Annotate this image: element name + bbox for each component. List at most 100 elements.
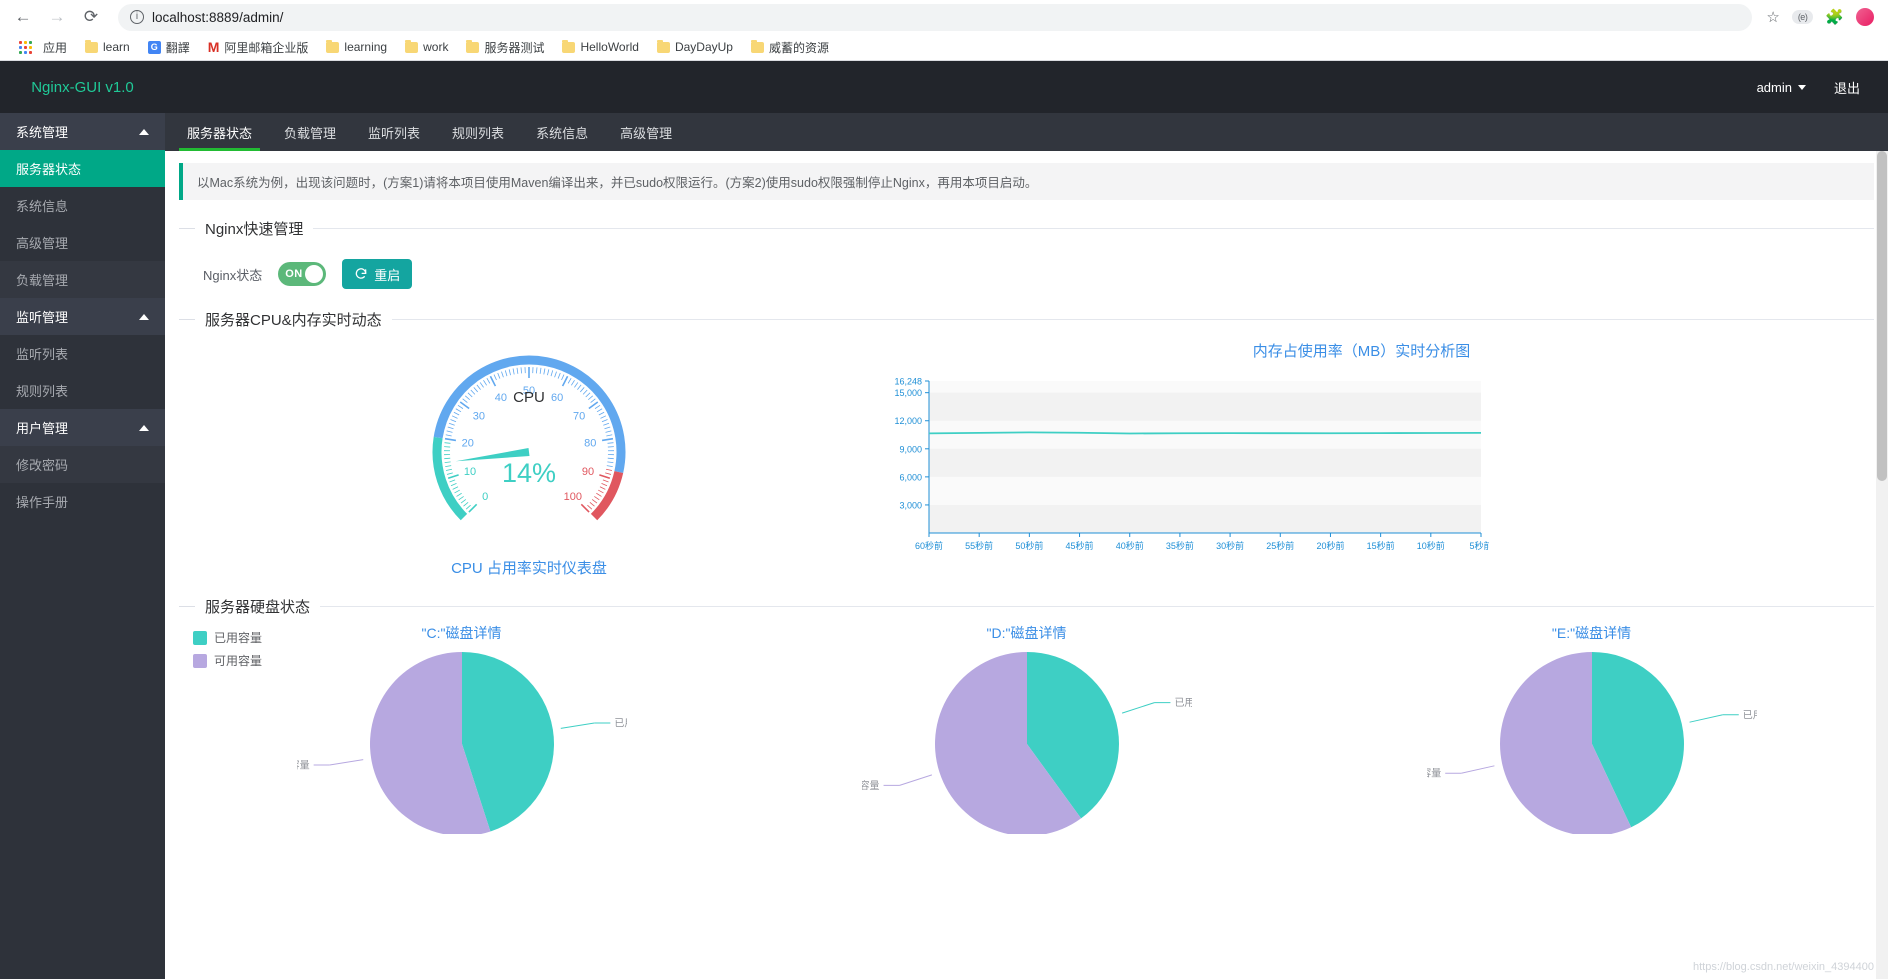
- disk-panel: 服务器硬盘状态 已用容量 可用容量 "C:"磁盘详情 已 量 "D:"磁盘详情 …: [179, 596, 1874, 834]
- nginx-status-toggle[interactable]: ON: [278, 262, 327, 286]
- svg-text:可用容量: 可用容量: [1427, 767, 1441, 780]
- folder-icon: [750, 39, 764, 53]
- bookmark-label: 服务器测试: [484, 40, 545, 55]
- tab-system-info[interactable]: 系统信息: [520, 113, 604, 151]
- watermark-text: https://blog.csdn.net/weixin_4394400: [1692, 961, 1874, 973]
- svg-text:已用容量: 已用容量: [1174, 696, 1192, 709]
- bookmark-label: work: [423, 40, 449, 54]
- disk-chart-e: "E:"磁盘详情 已用容量可用容量: [1309, 623, 1874, 834]
- sidebar-item-label: 高级管理: [16, 236, 69, 251]
- bookmark-item[interactable]: 服务器测试: [459, 37, 551, 58]
- mail-icon: M: [207, 39, 220, 55]
- bookmark-item[interactable]: HelloWorld: [555, 38, 645, 56]
- bookmark-item[interactable]: 威蓄的资源: [744, 37, 836, 58]
- puzzle-icon[interactable]: 🧩: [1825, 8, 1844, 26]
- svg-text:已用容量: 已用容量: [614, 717, 627, 730]
- refresh-icon: [356, 268, 367, 279]
- logout-button[interactable]: 退出: [1834, 78, 1860, 97]
- disk-panel-title: 服务器硬盘状态: [205, 599, 311, 616]
- tab-label: 服务器状态: [187, 125, 253, 141]
- user-menu[interactable]: admin: [1757, 80, 1806, 95]
- address-bar[interactable]: i localhost:8889/admin/: [118, 3, 1753, 31]
- bookmark-item[interactable]: DayDayUp: [650, 38, 740, 56]
- disk-pie-svg: 已用容量可用容量: [1427, 652, 1757, 834]
- main-area: admin 退出 服务器状态 负载管理 监听列表 规则列表 系统信息 高级管理: [165, 61, 1888, 979]
- svg-text:9,000: 9,000: [899, 444, 922, 454]
- bookmark-item[interactable]: work: [398, 38, 455, 56]
- sidebar-item-label: 负载管理: [16, 273, 69, 288]
- nginx-controls: Nginx状态 ON 重启: [179, 239, 1874, 295]
- sidebar-group-label: 系统管理: [16, 125, 69, 140]
- svg-text:可用容量: 可用容量: [862, 779, 880, 792]
- bookmarks-bar: 应用 learn G 翻譯 M 阿里邮箱企业版 learning work 服务…: [0, 34, 1888, 61]
- memory-chart-svg: 3,000 6,000 9,000 12,000 15,00016,248 60秒前 55秒…: [894, 377, 1492, 552]
- toggle-state-label: ON: [285, 268, 303, 280]
- svg-text:20秒前: 20秒前: [1316, 540, 1344, 551]
- disk-chart-title: "D:"磁盘详情: [986, 625, 1067, 641]
- apps-grid-icon: [19, 40, 32, 54]
- bookmark-item[interactable]: M 阿里邮箱企业版: [201, 37, 316, 58]
- chevron-up-icon: [139, 128, 149, 135]
- sidebar-group-system[interactable]: 系统管理: [0, 113, 165, 150]
- svg-text:20: 20: [462, 437, 474, 449]
- chevron-up-icon: [139, 313, 149, 320]
- tab-load-management[interactable]: 负载管理: [268, 113, 352, 151]
- avatar[interactable]: [1856, 8, 1874, 26]
- realtime-panel: 服务器CPU&内存实时动态 0 10 20 30 40 50 60 70 80 90 100 CPU: [179, 309, 1874, 578]
- restart-button[interactable]: 重启: [342, 259, 413, 289]
- toggle-knob: [305, 265, 324, 283]
- sidebar-item-system-info[interactable]: 系统信息: [0, 187, 165, 224]
- memory-chart-title: 内存占使用率（MB）实时分析图: [1252, 343, 1471, 360]
- divider: [179, 228, 195, 229]
- nginx-status-label: Nginx状态: [203, 267, 263, 283]
- forward-arrow-icon[interactable]: →: [44, 4, 70, 30]
- disk-pie-svg: 已用容量可用容量: [297, 652, 627, 834]
- gauge-value-label: 14%: [502, 458, 556, 488]
- star-icon[interactable]: ☆: [1766, 8, 1779, 26]
- tab-advanced[interactable]: 高级管理: [604, 113, 688, 151]
- sidebar-item-server-status[interactable]: 服务器状态: [0, 150, 165, 187]
- sidebar-item-change-password[interactable]: 修改密码: [0, 446, 165, 483]
- sidebar-group-user[interactable]: 用户管理: [0, 409, 165, 446]
- alert-text: 以Mac系统为例，出现该问题时，(方案1)请将本项目使用Maven编译出来，并已…: [197, 176, 1038, 190]
- tab-server-status[interactable]: 服务器状态: [171, 113, 268, 151]
- svg-text:45秒前: 45秒前: [1066, 540, 1094, 551]
- bookmark-label: learning: [344, 40, 388, 54]
- google-translate-icon: G: [147, 40, 161, 54]
- svg-text:0: 0: [482, 491, 488, 503]
- sidebar-item-rule-list[interactable]: 规则列表: [0, 372, 165, 409]
- folder-icon: [562, 39, 576, 53]
- scrollbar-track[interactable]: [1876, 151, 1888, 979]
- gauge-title: CPU: [513, 389, 545, 406]
- apps-shortcut[interactable]: 应用: [10, 37, 74, 58]
- bookmark-item[interactable]: G 翻譯: [141, 37, 197, 58]
- bookmark-item[interactable]: learn: [78, 38, 137, 56]
- svg-text:50秒前: 50秒前: [1015, 540, 1043, 551]
- bookmark-item[interactable]: learning: [319, 38, 394, 56]
- site-info-icon[interactable]: i: [130, 10, 144, 24]
- sidebar-item-manual[interactable]: 操作手册: [0, 483, 165, 520]
- tab-rule-list[interactable]: 规则列表: [436, 113, 520, 151]
- restart-label: 重启: [374, 267, 401, 283]
- reload-icon[interactable]: ⟳: [78, 4, 104, 30]
- scrollbar-thumb[interactable]: [1877, 151, 1887, 481]
- nginx-panel-header: Nginx快速管理: [179, 218, 1874, 239]
- sidebar-item-load[interactable]: 负载管理: [0, 261, 165, 298]
- extension-badge[interactable]: (e): [1791, 10, 1814, 24]
- disk-chart-title: "C:"磁盘详情: [421, 625, 502, 641]
- sidebar-group-listen[interactable]: 监听管理: [0, 298, 165, 335]
- browser-toolbar: ← → ⟳ i localhost:8889/admin/ ☆ (e) 🧩: [0, 0, 1888, 34]
- disk-panel-header: 服务器硬盘状态: [179, 596, 1874, 617]
- tab-listen-list[interactable]: 监听列表: [352, 113, 436, 151]
- bookmark-label: 阿里邮箱企业版: [224, 40, 309, 55]
- sidebar-item-advanced[interactable]: 高级管理: [0, 224, 165, 261]
- topbar: admin 退出: [165, 61, 1888, 113]
- alert-banner: 以Mac系统为例，出现该问题时，(方案1)请将本项目使用Maven编译出来，并已…: [179, 163, 1874, 200]
- sidebar-item-listen-list[interactable]: 监听列表: [0, 335, 165, 372]
- svg-text:70: 70: [573, 411, 585, 423]
- folder-icon: [405, 39, 419, 53]
- back-arrow-icon[interactable]: ←: [10, 4, 36, 30]
- divider: [391, 319, 1874, 320]
- app-root: Nginx-GUI v1.0 系统管理 服务器状态 系统信息 高级管理 负载管理…: [0, 61, 1888, 979]
- divider: [313, 228, 1874, 229]
